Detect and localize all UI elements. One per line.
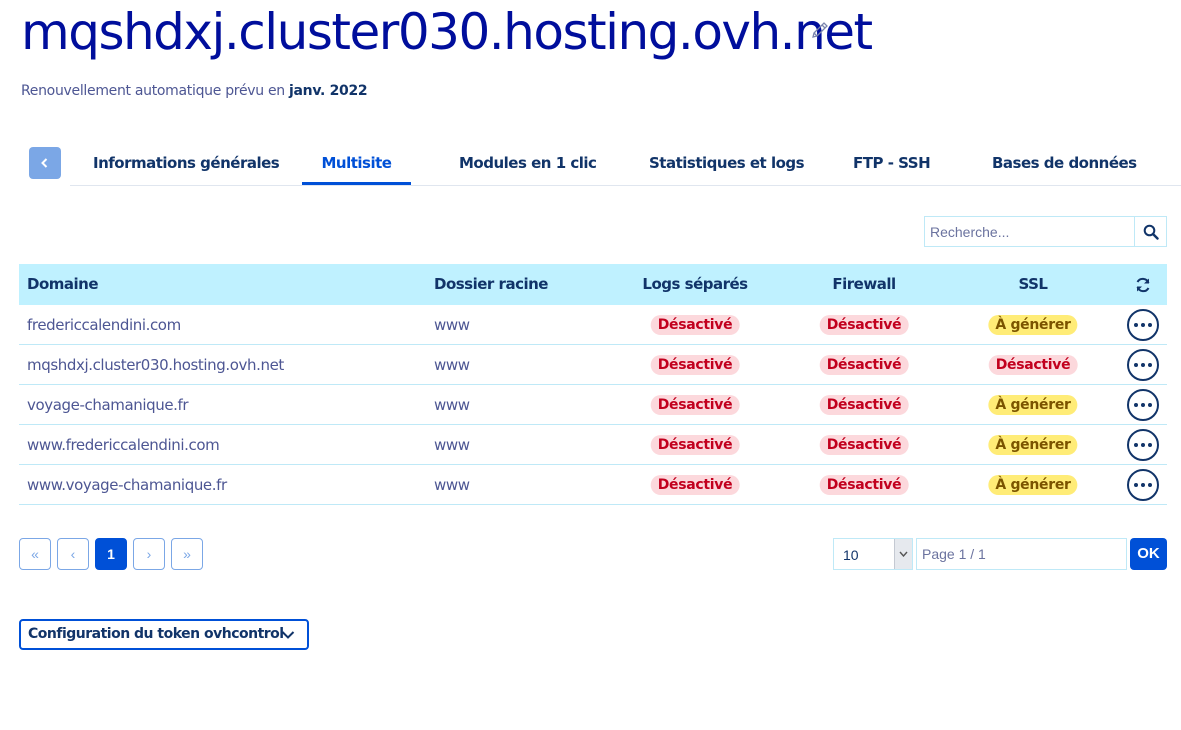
search-icon (1143, 224, 1159, 240)
page-title: mqshdxj.cluster030.hosting.ovh.net (21, 3, 873, 61)
next-page-button[interactable]: › (133, 538, 165, 570)
pencil-icon[interactable] (810, 20, 830, 40)
chevron-down-icon (281, 631, 295, 639)
tab-informations-generales[interactable]: Informations générales (93, 147, 280, 185)
more-icon (1141, 483, 1145, 487)
col-firewall: Firewall (832, 275, 896, 293)
row-actions-button[interactable] (1127, 309, 1159, 341)
table-header: Domaine Dossier racine Logs séparés Fire… (19, 264, 1167, 305)
tab-modules[interactable]: Modules en 1 clic (459, 147, 597, 185)
cell-root: www (434, 476, 470, 494)
renewal-text: Renouvellement automatique prévu en (21, 83, 289, 99)
page-size-select[interactable]: 10 (833, 538, 913, 570)
ssl-status-badge: À générer (988, 475, 1078, 495)
firewall-status-badge: Désactivé (819, 315, 909, 335)
more-icon (1134, 363, 1138, 367)
token-config-button[interactable]: Configuration du token ovhcontrol (19, 619, 309, 650)
table-row: fredericcalendini.com www Désactivé Désa… (19, 305, 1167, 345)
ok-button[interactable]: OK (1130, 538, 1167, 570)
tab-bases-de-donnees[interactable]: Bases de données (992, 147, 1137, 185)
ssl-status-badge: À générer (988, 395, 1078, 415)
renewal-date: janv. 2022 (289, 83, 368, 99)
tabs-scroll-left-button[interactable] (29, 147, 61, 179)
ssl-status-badge: Désactivé (988, 355, 1078, 375)
more-icon (1141, 323, 1145, 327)
more-icon (1134, 443, 1138, 447)
cell-domain: www.fredericcalendini.com (27, 436, 220, 454)
more-icon (1148, 403, 1152, 407)
cell-root: www (434, 436, 470, 454)
firewall-status-badge: Désactivé (819, 435, 909, 455)
more-icon (1148, 483, 1152, 487)
cell-domain: www.voyage-chamanique.fr (27, 476, 227, 494)
page-1-button[interactable]: 1 (95, 538, 127, 570)
multisite-table: Domaine Dossier racine Logs séparés Fire… (19, 264, 1167, 505)
firewall-status-badge: Désactivé (819, 475, 909, 495)
select-arrow (894, 539, 912, 569)
ssl-status-badge: À générer (988, 315, 1078, 335)
ssl-status-badge: À générer (988, 435, 1078, 455)
logs-status-badge: Désactivé (650, 475, 740, 495)
tab-multisite[interactable]: Multisite (302, 147, 411, 185)
more-icon (1134, 483, 1138, 487)
more-icon (1141, 443, 1145, 447)
cell-root: www (434, 356, 470, 374)
logs-status-badge: Désactivé (650, 355, 740, 375)
cell-root: www (434, 396, 470, 414)
first-page-button[interactable]: « (19, 538, 51, 570)
cell-domain: voyage-chamanique.fr (27, 396, 189, 414)
table-row: www.fredericcalendini.com www Désactivé … (19, 425, 1167, 465)
col-ssl: SSL (1018, 275, 1049, 293)
col-dossier-racine[interactable]: Dossier racine (434, 264, 548, 305)
last-page-button[interactable]: » (171, 538, 203, 570)
renewal-info: Renouvellement automatique prévu en janv… (21, 83, 368, 99)
row-actions-button[interactable] (1127, 349, 1159, 381)
firewall-status-badge: Désactivé (819, 395, 909, 415)
chevron-left-icon (41, 158, 48, 168)
firewall-status-badge: Désactivé (819, 355, 909, 375)
prev-page-button[interactable]: ‹ (57, 538, 89, 570)
chevron-down-icon (899, 551, 908, 557)
search-box (924, 216, 1167, 247)
cell-root: www (434, 316, 470, 334)
logs-status-badge: Désactivé (650, 435, 740, 455)
tab-ftp-ssh[interactable]: FTP - SSH (853, 147, 931, 185)
page-size-value: 10 (843, 547, 859, 563)
page-number-input[interactable]: Page 1 / 1 (916, 538, 1127, 570)
cell-domain: mqshdxj.cluster030.hosting.ovh.net (27, 356, 284, 374)
row-actions-button[interactable] (1127, 389, 1159, 421)
table-row: www.voyage-chamanique.fr www Désactivé D… (19, 465, 1167, 505)
tabs-divider (70, 185, 1181, 186)
more-icon (1148, 323, 1152, 327)
search-button[interactable] (1134, 217, 1166, 246)
more-icon (1148, 363, 1152, 367)
col-logs-separes: Logs séparés (642, 275, 748, 293)
logs-status-badge: Désactivé (650, 315, 740, 335)
col-domaine[interactable]: Domaine (27, 264, 99, 305)
more-icon (1148, 443, 1152, 447)
row-actions-button[interactable] (1127, 469, 1159, 501)
logs-status-badge: Désactivé (650, 395, 740, 415)
token-config-label: Configuration du token ovhcontrol (28, 626, 284, 642)
table-row: voyage-chamanique.fr www Désactivé Désac… (19, 385, 1167, 425)
more-icon (1134, 403, 1138, 407)
cell-domain: fredericcalendini.com (27, 316, 181, 334)
refresh-icon[interactable] (1134, 276, 1152, 294)
more-icon (1134, 323, 1138, 327)
table-row: mqshdxj.cluster030.hosting.ovh.net www D… (19, 345, 1167, 385)
more-icon (1141, 403, 1145, 407)
search-input[interactable] (925, 217, 1134, 246)
tab-statistiques[interactable]: Statistiques et logs (649, 147, 805, 185)
row-actions-button[interactable] (1127, 429, 1159, 461)
more-icon (1141, 363, 1145, 367)
